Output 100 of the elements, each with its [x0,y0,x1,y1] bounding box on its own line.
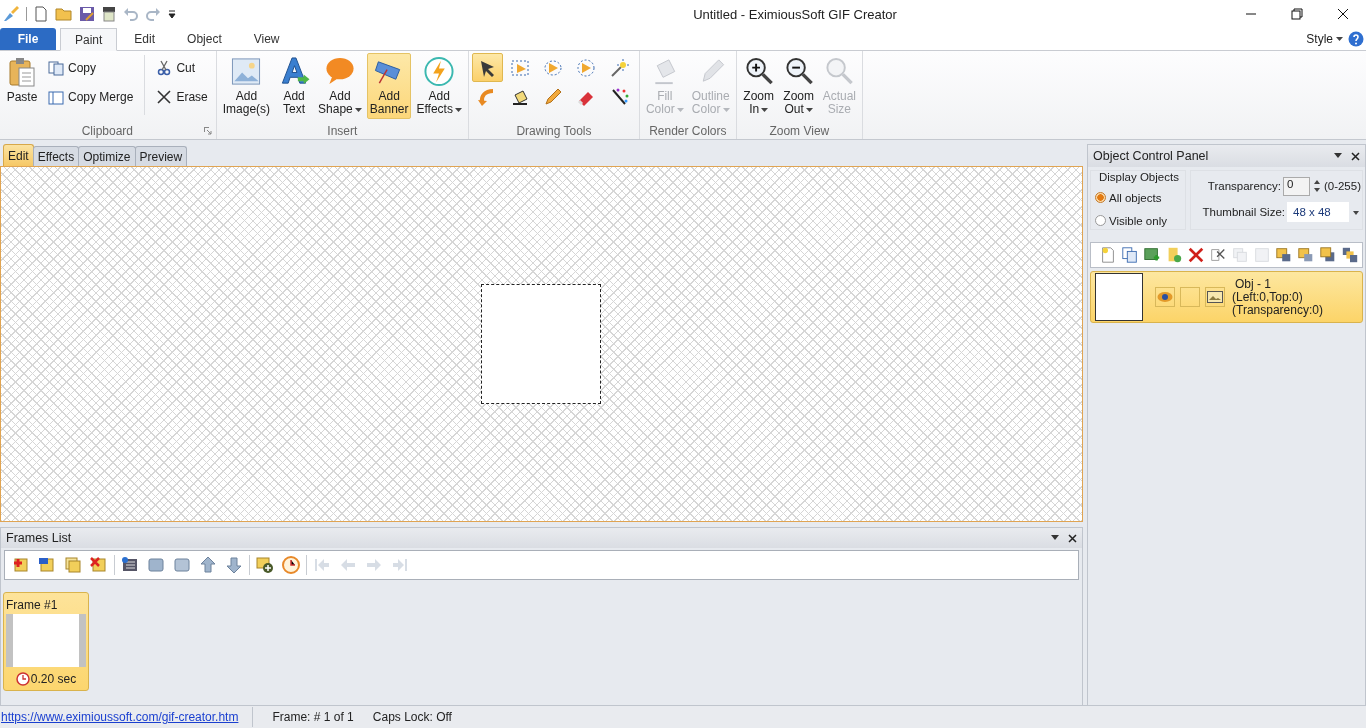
magic-wand-icon [609,57,630,78]
ribbon-button[interactable]: Add Banner [366,53,412,119]
color-pen-icon [609,86,630,107]
open-folder-icon[interactable] [55,6,73,22]
ribbon-button[interactable]: Add Text [275,53,314,119]
redo-icon[interactable] [145,6,161,22]
select-ellipse-icon [543,57,564,78]
frame-duration: 0.20 sec [30,671,77,686]
group-title: Insert [326,124,359,138]
transparency-spinbox[interactable]: 0 [1282,176,1310,196]
dialog-launcher-icon[interactable] [203,127,212,135]
image-icon [230,56,263,87]
frame-stack-icon [63,555,83,575]
ribbon-button[interactable]: Cut [151,53,213,82]
lock-toggle[interactable] [1180,287,1200,307]
field-label: Thumbnail Size: [1202,206,1285,218]
select-circle-icon [576,57,597,78]
ribbon-tab[interactable]: Paint [60,28,118,51]
group-title: Zoom View [768,124,831,138]
clipboard-icon [6,56,38,88]
clock-icon [281,555,301,575]
select-rectangle-icon [510,57,531,78]
tool-button[interactable] [471,53,503,82]
caret-icon [1336,36,1343,42]
help-icon[interactable] [1348,31,1364,47]
app-brush-icon[interactable] [2,5,20,23]
new-file-icon[interactable] [33,6,49,22]
object-thumbnail [1095,273,1143,321]
ribbon-button[interactable]: Zoom Out [779,53,818,119]
copy-icon [1121,246,1139,264]
ribbon-button[interactable]: Add Effects [413,53,465,119]
document-tab[interactable]: Edit [3,144,34,166]
ribbon-button[interactable]: Zoom In [739,53,778,119]
x-icon [156,88,173,105]
lightning-icon [423,56,456,87]
panel-title: Object Control Panel [1093,149,1209,163]
ribbon-tab[interactable]: View [238,28,295,50]
export-icon[interactable] [101,6,117,22]
radio-option[interactable]: All objects [1095,186,1185,209]
document-tab[interactable]: Optimize [78,146,136,166]
close-icon[interactable] [1351,151,1360,161]
eye-icon [1157,291,1173,303]
frame-status: Frame: # 1 of 1 [272,710,354,724]
send-backward-icon [1297,246,1315,264]
ribbon-button[interactable]: Add Shape [315,53,365,119]
document-tab[interactable]: Preview [134,146,188,166]
group-title: Clipboard [80,124,135,138]
save-icon[interactable] [79,6,95,22]
move-down-icon [224,555,244,575]
close-icon[interactable] [1068,533,1077,543]
new-page-icon [1099,246,1117,264]
field-label: Transparency: [1207,180,1281,192]
ribbon-button[interactable]: Copy [43,53,139,82]
dropdown-caret-icon[interactable] [1333,153,1343,159]
radio-option[interactable]: Visible only [1095,209,1185,232]
frame-thumbnail-card[interactable]: Frame #1 0.20 sec [3,592,89,691]
object-position: (Left:0,Top:0) [1232,290,1303,304]
image-icon [1207,291,1223,303]
website-link[interactable]: https://www.eximioussoft.com/gif-creator.htm [0,710,239,724]
ribbon-button[interactable]: Add Image(s) [219,53,274,119]
bring-to-front-icon [1319,246,1337,264]
bring-forward-icon [1275,246,1293,264]
group-label: Display Objects [1099,171,1180,183]
dropdown-caret-icon[interactable] [1050,535,1060,541]
pencil-icon [543,86,564,107]
document-tab[interactable]: Effects [32,146,80,166]
visibility-toggle[interactable] [1155,287,1175,307]
canvas-object[interactable] [481,284,601,404]
object-type-toggle[interactable] [1205,287,1225,307]
frame-paste-icon [172,555,192,575]
range-hint: (0-255) [1323,180,1361,192]
frame-picture-icon [37,555,57,575]
panel-title: Frames List [6,531,72,545]
copy-icon [48,59,64,76]
object-transparency: (Transparency:0) [1232,303,1323,317]
ribbon-tab[interactable]: Object [172,28,237,50]
customize-caret-icon[interactable] [167,9,177,19]
ribbon-button[interactable]: Copy Merge [43,82,139,111]
delete-frame-icon [89,555,109,575]
duplicate-icon [1231,246,1249,264]
group-title: Drawing Tools [515,124,593,138]
add-frame-icon [11,555,31,575]
clock-icon [15,671,30,686]
send-to-back-icon [1341,246,1359,264]
frame-label: Frame #1 [5,597,59,614]
object-name: Obj - 1 [1235,277,1271,291]
group-title: Render Colors [648,124,728,138]
ribbon-tab[interactable]: Edit [119,28,171,50]
delete-icon [1187,246,1205,264]
style-menu[interactable]: Style [1305,28,1346,50]
copy-merge-icon [48,88,64,105]
film-add-icon [255,555,275,575]
caps-lock-status: Caps Lock: Off [372,710,452,724]
move-up-icon [198,555,218,575]
thumbnail-size-dropdown[interactable]: 48 x 48 [1287,202,1349,222]
undo-icon[interactable] [123,6,139,22]
ribbon-button[interactable]: Erase [151,82,213,111]
object-list-item[interactable]: Obj - 1 (Left:0,Top:0) (Transparency:0) [1090,271,1363,323]
ribbon-button[interactable]: Paste [3,53,41,119]
file-tab[interactable]: File [0,28,56,50]
